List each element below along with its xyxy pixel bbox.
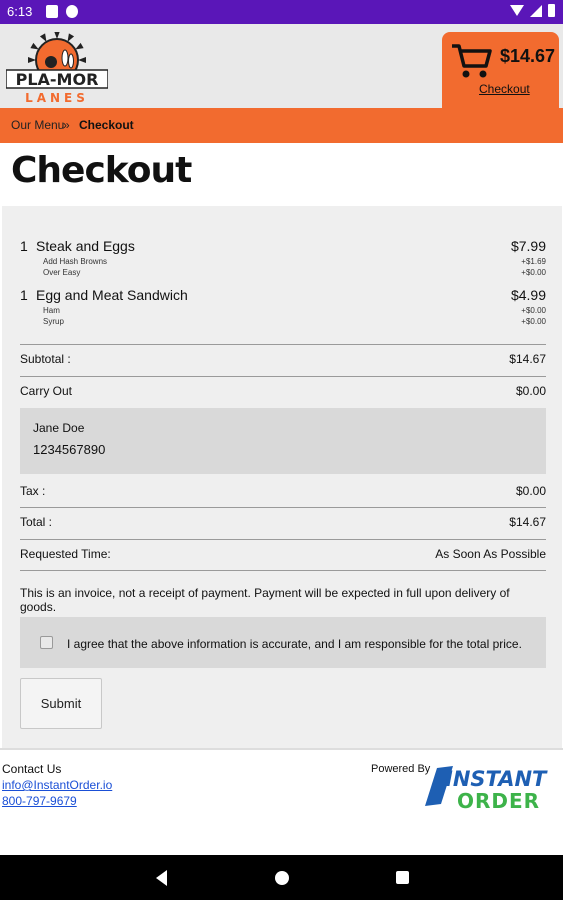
item-name: Egg and Meat Sandwich [36, 287, 188, 303]
customer-name: Jane Doe [33, 421, 85, 435]
logo-title: PLA-MOR [16, 70, 99, 89]
site-header: PLA-MOR LANES $14.67 Checkout [0, 24, 563, 108]
invoice-note: This is an invoice, not a receipt of pay… [20, 586, 510, 614]
contact-email-link[interactable]: info@InstantOrder.io [2, 778, 112, 792]
back-icon[interactable] [156, 870, 167, 886]
status-icons [510, 4, 555, 17]
wifi-icon [510, 5, 524, 16]
breadcrumb-separator: » [63, 118, 70, 132]
breadcrumb-our-menu[interactable]: Our Menu [11, 118, 64, 132]
divider [20, 344, 546, 345]
page-title: Checkout [11, 150, 192, 191]
carry-out-value: $0.00 [515, 384, 546, 398]
contact-title: Contact Us [2, 762, 62, 776]
instant-order-logo-line2: ORDER [457, 789, 540, 812]
contact-phone-link[interactable]: 800-797-9679 [2, 794, 77, 808]
item-modifier: Add Hash Browns [43, 257, 108, 266]
cart-tab[interactable]: $14.67 Checkout [442, 32, 559, 108]
checkout-link[interactable]: Checkout [479, 82, 530, 96]
item-qty: 1 [20, 287, 28, 303]
requested-time-label: Requested Time: [20, 547, 111, 561]
shopping-cart-icon [452, 44, 492, 78]
item-price: $7.99 [510, 238, 546, 254]
item-modifier: Syrup [43, 317, 64, 326]
subtotal-label: Subtotal : [20, 352, 71, 366]
divider [20, 570, 546, 571]
breadcrumb: Our Menu » Checkout [0, 108, 563, 143]
tax-label: Tax : [20, 484, 46, 498]
total-value: $14.67 [509, 515, 546, 529]
battery-icon [548, 4, 555, 17]
item-modifier-price: +$0.00 [521, 317, 546, 326]
item-price: $4.99 [510, 287, 546, 303]
recent-apps-icon[interactable] [396, 871, 409, 884]
item-modifier-price: +$0.00 [521, 268, 546, 277]
agree-checkbox[interactable] [40, 636, 53, 649]
divider [20, 376, 546, 377]
breadcrumb-current: Checkout [79, 118, 134, 132]
tax-value: $0.00 [515, 484, 546, 498]
signal-icon [530, 4, 542, 17]
item-modifier: Over Easy [43, 268, 81, 277]
pla-mor-lanes-logo[interactable]: PLA-MOR LANES [6, 32, 108, 104]
status-time: 6:13 [7, 4, 33, 19]
instant-order-logo[interactable]: INSTANT ORDER [423, 764, 563, 812]
submit-button[interactable]: Submit [20, 678, 102, 729]
total-label: Total : [20, 515, 53, 529]
divider [20, 507, 546, 508]
cart-total: $14.67 [500, 46, 556, 66]
logo-subtitle: LANES [25, 91, 89, 104]
item-modifier-price: +$0.00 [521, 306, 546, 315]
order-summary-panel: 1 Steak and Eggs $7.99 Add Hash Browns +… [2, 206, 562, 748]
agreement-box: I agree that the above information is ac… [20, 617, 546, 668]
requested-time-value: As Soon As Possible [435, 547, 546, 561]
customer-phone: 1234567890 [33, 442, 106, 457]
agree-label[interactable]: I agree that the above information is ac… [67, 637, 522, 651]
carry-out-label: Carry Out [20, 384, 73, 398]
notification-icon [46, 5, 58, 18]
instant-order-logo-line1: INSTANT [445, 767, 548, 791]
status-bar: 6:13 [0, 0, 563, 24]
home-icon[interactable] [275, 871, 289, 885]
footer-divider [0, 748, 563, 750]
subtotal-value: $14.67 [509, 352, 546, 366]
item-name: Steak and Eggs [36, 238, 135, 254]
divider [20, 539, 546, 540]
item-modifier-price: +$1.69 [521, 257, 546, 266]
customer-info: Jane Doe 1234567890 [20, 408, 546, 474]
item-modifier: Ham [43, 306, 60, 315]
navigation-bar [0, 855, 563, 900]
item-qty: 1 [20, 238, 28, 254]
powered-by-label: Powered By [371, 763, 431, 775]
app-notification-icon [66, 5, 78, 18]
